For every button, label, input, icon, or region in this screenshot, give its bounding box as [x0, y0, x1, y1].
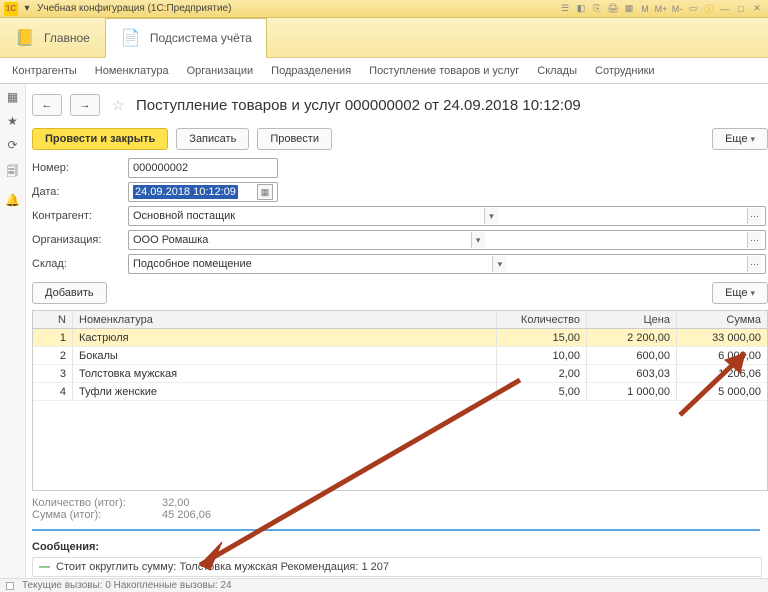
- nav-forward-button[interactable]: →: [70, 94, 100, 116]
- table-toolbar: Добавить Еще: [32, 274, 768, 310]
- organization-label: Организация:: [32, 234, 122, 246]
- col-sum[interactable]: Сумма: [677, 311, 767, 328]
- status-bar: Текущие вызовы: 0 Накопленные вызовы: 24: [0, 578, 768, 592]
- tab-label: Главное: [44, 31, 90, 45]
- message-text: Стоит округлить сумму: Толстовка мужская…: [56, 561, 389, 573]
- tab-subsystem[interactable]: 📄 Подсистема учёта: [105, 18, 267, 58]
- tab-main[interactable]: 📒 Главное: [0, 18, 105, 57]
- maximize-icon[interactable]: □: [734, 2, 748, 16]
- logo-icon: 1C: [4, 2, 18, 16]
- items-table: N Номенклатура Количество Цена Сумма 1 К…: [32, 310, 768, 491]
- message-row[interactable]: — Стоит округлить сумму: Толстовка мужск…: [32, 557, 762, 577]
- table-header: N Номенклатура Количество Цена Сумма: [33, 311, 767, 329]
- table-row[interactable]: 2 Бокалы 10,00 600,00 6 000,00: [33, 347, 767, 365]
- doc-header: ← → ☆ Поступление товаров и услуг 000000…: [32, 90, 768, 124]
- sys-icon[interactable]: ☰: [558, 2, 572, 16]
- save-button[interactable]: Записать: [176, 128, 249, 150]
- col-qty[interactable]: Количество: [497, 311, 587, 328]
- nav-link[interactable]: Склады: [537, 65, 577, 77]
- sys-icon[interactable]: ⎘: [590, 2, 604, 16]
- info-icon[interactable]: ⓘ: [702, 2, 716, 16]
- table-more-button[interactable]: Еще: [712, 282, 768, 304]
- dropdown-icon[interactable]: ▾: [471, 232, 485, 248]
- nav-link[interactable]: Сотрудники: [595, 65, 655, 77]
- add-row-button[interactable]: Добавить: [32, 282, 107, 304]
- sys-icon[interactable]: ◧: [574, 2, 588, 16]
- divider: [32, 529, 760, 531]
- dropdown-icon[interactable]: ▾: [492, 256, 506, 272]
- status-text: Текущие вызовы: 0 Накопленные вызовы: 24: [22, 580, 232, 591]
- nav-link[interactable]: Контрагенты: [12, 65, 77, 77]
- window-titlebar: 1C ▾ Учебная конфигурация (1С:Предприяти…: [0, 0, 768, 18]
- favorites-icon[interactable]: ★: [7, 114, 18, 128]
- nav-back-button[interactable]: ←: [32, 94, 62, 116]
- message-icon: —: [39, 561, 50, 573]
- doc-icon: 📄: [120, 27, 142, 49]
- number-label: Номер:: [32, 162, 122, 174]
- nav-link[interactable]: Организации: [187, 65, 254, 77]
- nav-link[interactable]: Поступление товаров и услуг: [369, 65, 519, 77]
- counterparty-field[interactable]: Основной постащик ▾ ⋯: [128, 206, 766, 226]
- window-title: Учебная конфигурация (1С:Предприятие): [37, 3, 231, 14]
- form-toolbar: Провести и закрыть Записать Провести Еще: [32, 124, 768, 158]
- sys-icon[interactable]: M: [638, 2, 652, 16]
- totals-block: Количество (итог): 32,00 Сумма (итог): 4…: [32, 491, 768, 523]
- col-name[interactable]: Номенклатура: [73, 311, 497, 328]
- close-icon[interactable]: ✕: [750, 2, 764, 16]
- status-icon[interactable]: [6, 582, 14, 590]
- qty-total-label: Количество (итог):: [32, 497, 142, 509]
- favorite-star-icon[interactable]: ☆: [108, 97, 128, 114]
- table-row[interactable]: 3 Толстовка мужская 2,00 603,03 1 206,06: [33, 365, 767, 383]
- sys-icon[interactable]: ▭: [686, 2, 700, 16]
- command-bar: Контрагенты Номенклатура Организации Под…: [0, 58, 768, 84]
- post-button[interactable]: Провести: [257, 128, 332, 150]
- more-button[interactable]: Еще: [712, 128, 768, 150]
- open-icon[interactable]: ⋯: [747, 232, 761, 248]
- notify-icon[interactable]: 🔔: [5, 193, 20, 207]
- qty-total-value: 32,00: [162, 497, 190, 509]
- warehouse-field[interactable]: Подсобное помещение ▾ ⋯: [128, 254, 766, 274]
- sys-icon[interactable]: M+: [654, 2, 668, 16]
- open-icon[interactable]: ⋯: [747, 208, 761, 224]
- nav-link[interactable]: Номенклатура: [95, 65, 169, 77]
- post-and-close-button[interactable]: Провести и закрыть: [32, 128, 168, 150]
- page-title: Поступление товаров и услуг 000000002 от…: [136, 97, 581, 114]
- table-row[interactable]: 1 Кастрюля 15,00 2 200,00 33 000,00: [33, 329, 767, 347]
- sum-total-label: Сумма (итог):: [32, 509, 142, 521]
- window-sys-icons: ☰ ◧ ⎘ 🖨 ▦ M M+ M- ▭ ⓘ — □ ✕: [558, 2, 764, 16]
- col-price[interactable]: Цена: [587, 311, 677, 328]
- table-empty-area: [33, 401, 767, 491]
- dropdown-icon[interactable]: ▾: [484, 208, 498, 224]
- sum-total-value: 45 206,06: [162, 509, 211, 521]
- calendar-icon[interactable]: ▦: [257, 184, 273, 200]
- windows-icon[interactable]: 🗐: [7, 162, 19, 183]
- form-fields: Номер: 000000002 Дата: 24.09.2018 10:12:…: [32, 158, 768, 274]
- minimize-icon[interactable]: —: [718, 2, 732, 16]
- table-row[interactable]: 4 Туфли женские 5,00 1 000,00 5 000,00: [33, 383, 767, 401]
- warehouse-label: Склад:: [32, 258, 122, 270]
- date-label: Дата:: [32, 186, 122, 198]
- number-field[interactable]: 000000002: [128, 158, 278, 178]
- home-icon: 📒: [14, 27, 36, 49]
- left-toolbar: ▦ ★ ⟳ 🗐 🔔: [0, 84, 26, 578]
- organization-field[interactable]: ООО Ромашка ▾ ⋯: [128, 230, 766, 250]
- sys-icon[interactable]: 🖨: [606, 2, 620, 16]
- app-menu-dropdown[interactable]: ▾: [21, 3, 33, 15]
- counterparty-label: Контрагент:: [32, 210, 122, 222]
- open-icon[interactable]: ⋯: [747, 256, 761, 272]
- history-icon[interactable]: ⟳: [7, 138, 17, 152]
- tab-label: Подсистема учёта: [150, 31, 252, 45]
- date-field[interactable]: 24.09.2018 10:12:09 ▦: [128, 182, 278, 202]
- nav-link[interactable]: Подразделения: [271, 65, 351, 77]
- sections-icon[interactable]: ▦: [7, 90, 18, 104]
- sys-icon[interactable]: ▦: [622, 2, 636, 16]
- section-tabs: 📒 Главное 📄 Подсистема учёта: [0, 18, 768, 58]
- col-n[interactable]: N: [33, 311, 73, 328]
- sys-icon[interactable]: M-: [670, 2, 684, 16]
- messages-title: Сообщения:: [32, 537, 768, 557]
